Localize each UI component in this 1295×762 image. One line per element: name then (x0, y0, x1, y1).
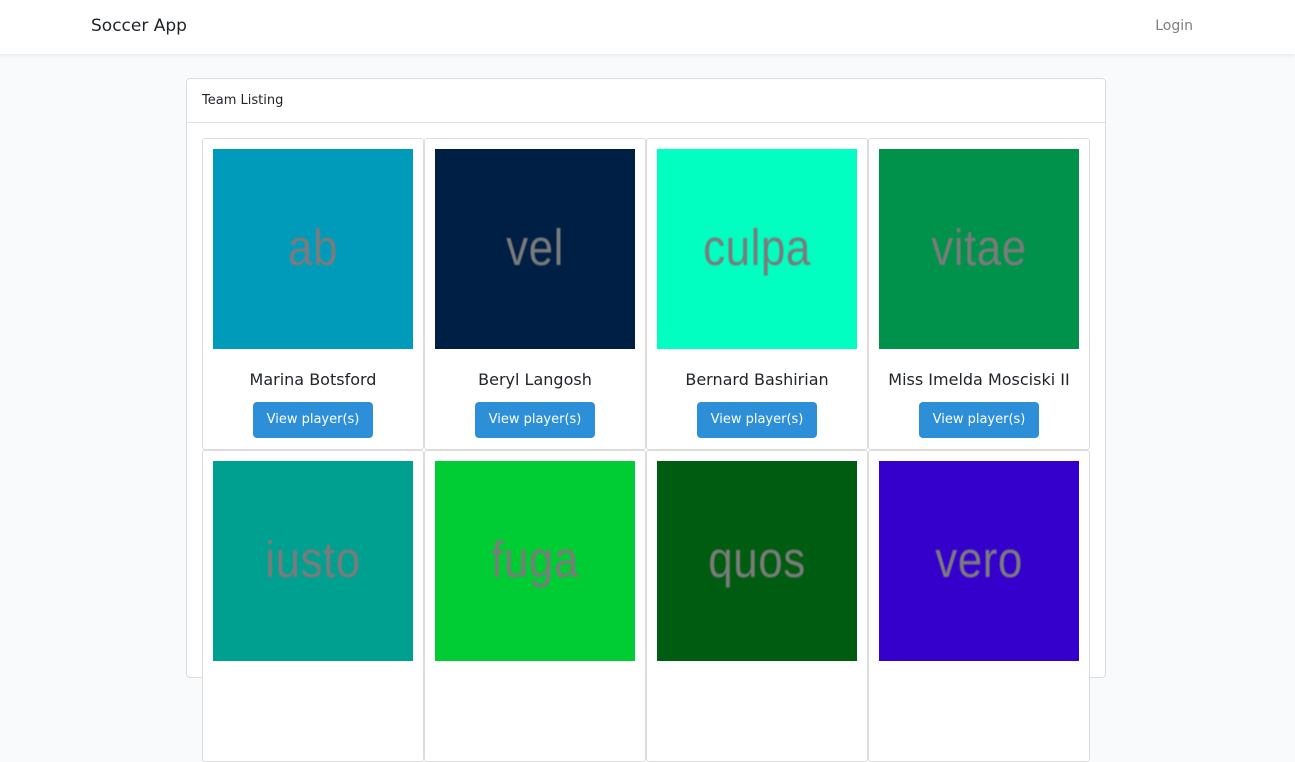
team-image: iusto (213, 461, 413, 661)
team-card: vitae Miss Imelda Mosciski II View playe… (868, 138, 1090, 450)
team-card: iusto (202, 450, 424, 762)
brand-link[interactable]: Soccer App (91, 14, 187, 38)
view-players-button[interactable]: View player(s) (475, 402, 595, 438)
team-name: Beryl Langosh (478, 370, 592, 389)
team-image-text: ab (288, 220, 338, 277)
team-name: Miss Imelda Mosciski II (888, 370, 1070, 389)
team-image-text: quos (708, 532, 806, 589)
team-image: vitae (879, 149, 1079, 349)
team-image-text: vero (935, 532, 1023, 589)
team-image-text: vel (506, 220, 564, 277)
team-image: culpa (657, 149, 857, 349)
team-card: fuga (424, 450, 646, 762)
team-card: ab Marina Botsford View player(s) (202, 138, 424, 450)
team-image: fuga (435, 461, 635, 661)
team-image: vel (435, 149, 635, 349)
team-card: vel Beryl Langosh View player(s) (424, 138, 646, 450)
team-image: vero (879, 461, 1079, 661)
login-link[interactable]: Login (1155, 16, 1193, 36)
team-card: vero (868, 450, 1090, 762)
team-card: culpa Bernard Bashirian View player(s) (646, 138, 868, 450)
team-image-text: culpa (703, 220, 811, 277)
team-name: Bernard Bashirian (685, 370, 829, 389)
team-image-text: iusto (265, 532, 361, 589)
team-image-text: vitae (931, 220, 1027, 277)
team-card: quos (646, 450, 868, 762)
view-players-button[interactable]: View player(s) (253, 402, 373, 438)
navbar: Soccer App Login (0, 0, 1295, 54)
team-image: ab (213, 149, 413, 349)
team-name: Marina Botsford (249, 370, 377, 389)
team-image-text: fuga (491, 532, 579, 589)
view-players-button[interactable]: View player(s) (919, 402, 1039, 438)
view-players-button[interactable]: View player(s) (697, 402, 817, 438)
card-header: Team Listing (187, 79, 1105, 123)
team-listing-card: Team Listing ab Marina Botsford View pla… (186, 78, 1106, 762)
team-image: quos (657, 461, 857, 661)
